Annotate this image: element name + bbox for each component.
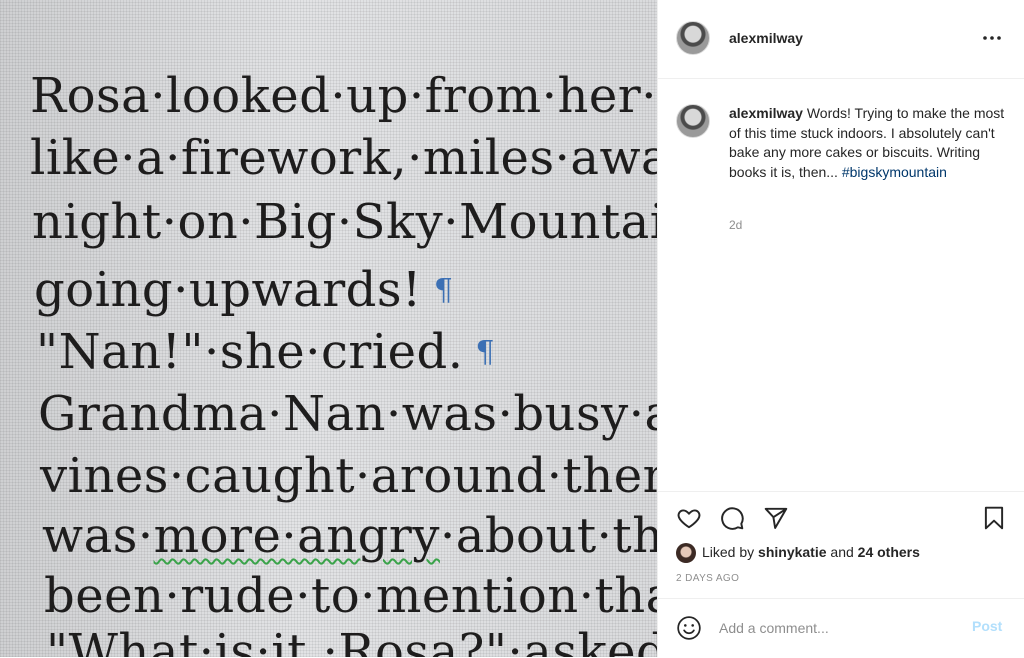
post-actions: Liked by shinykatie and 24 others 2 DAYS… xyxy=(658,491,1024,598)
photo-text-line: "What·is·it,·Rosa?"·asked·Na xyxy=(46,624,657,657)
likes-conjunction: and xyxy=(826,544,858,560)
photo-text-line: Rosa·looked·up·from·her·w xyxy=(30,68,657,124)
post-header: alexmilway xyxy=(658,0,1024,79)
caption-age[interactable]: 2d xyxy=(729,218,742,232)
photo-text-segment: was· xyxy=(42,508,154,564)
post-sidebar: alexmilway alexmilway Words! Trying to m… xyxy=(657,0,1024,657)
avatar[interactable] xyxy=(676,543,696,564)
photo-text-segment: ·about·the·fa xyxy=(439,508,657,564)
emoji-icon[interactable] xyxy=(676,615,702,641)
photo-text-line: going·upwards! ¶ xyxy=(34,262,453,318)
photo-text-line: vines·caught·around·them,·a xyxy=(40,448,657,504)
likes-summary: Liked by shinykatie and 24 others xyxy=(676,542,920,564)
spellcheck-underlined-text: more·angry xyxy=(153,508,440,564)
hashtag-link[interactable]: #bigskymountain xyxy=(842,164,947,180)
photo-text-segment: "Nan!"·she·cried. xyxy=(36,324,464,380)
add-comment-bar: Post xyxy=(658,598,1024,658)
photo-text-line: Grandma·Nan·was·busy·atte xyxy=(38,386,657,442)
caption-author[interactable]: alexmilway xyxy=(729,105,803,121)
photo-text-line: was·more·angry·about·the·fa xyxy=(42,508,657,564)
pilcrow-mark: ¶ xyxy=(475,335,496,370)
photo-text-line: like·a·firework,·miles·away xyxy=(30,130,657,186)
liker-username[interactable]: shinykatie xyxy=(758,544,826,560)
caption-text: alexmilway Words! Trying to make the mos… xyxy=(729,104,1009,182)
comment-input[interactable] xyxy=(719,617,949,639)
heart-icon[interactable] xyxy=(676,505,702,531)
post-comment-button[interactable]: Post xyxy=(972,618,1002,634)
photo-text-line: been·rude·to·mention·that.) xyxy=(44,568,657,624)
photo-text-line: "Nan!"·she·cried. ¶ xyxy=(36,324,495,380)
share-icon[interactable] xyxy=(763,505,789,531)
post-photo: Rosa·looked·up·from·her·w like·a·firewor… xyxy=(0,0,657,657)
avatar[interactable] xyxy=(676,104,710,138)
photo-text-segment: going·upwards! xyxy=(34,262,422,318)
post-date[interactable]: 2 DAYS AGO xyxy=(676,573,739,584)
photo-text-line: night·on·Big·Sky·Mountain, xyxy=(32,194,657,250)
likes-others-link[interactable]: 24 others xyxy=(858,544,920,560)
avatar[interactable] xyxy=(676,21,710,55)
likes-prefix: Liked by xyxy=(702,544,759,560)
more-horizontal-icon[interactable] xyxy=(980,28,1004,48)
pilcrow-mark: ¶ xyxy=(433,273,454,308)
header-username[interactable]: alexmilway xyxy=(729,30,803,46)
bookmark-icon[interactable] xyxy=(981,505,1007,531)
comment-icon[interactable] xyxy=(719,505,745,531)
